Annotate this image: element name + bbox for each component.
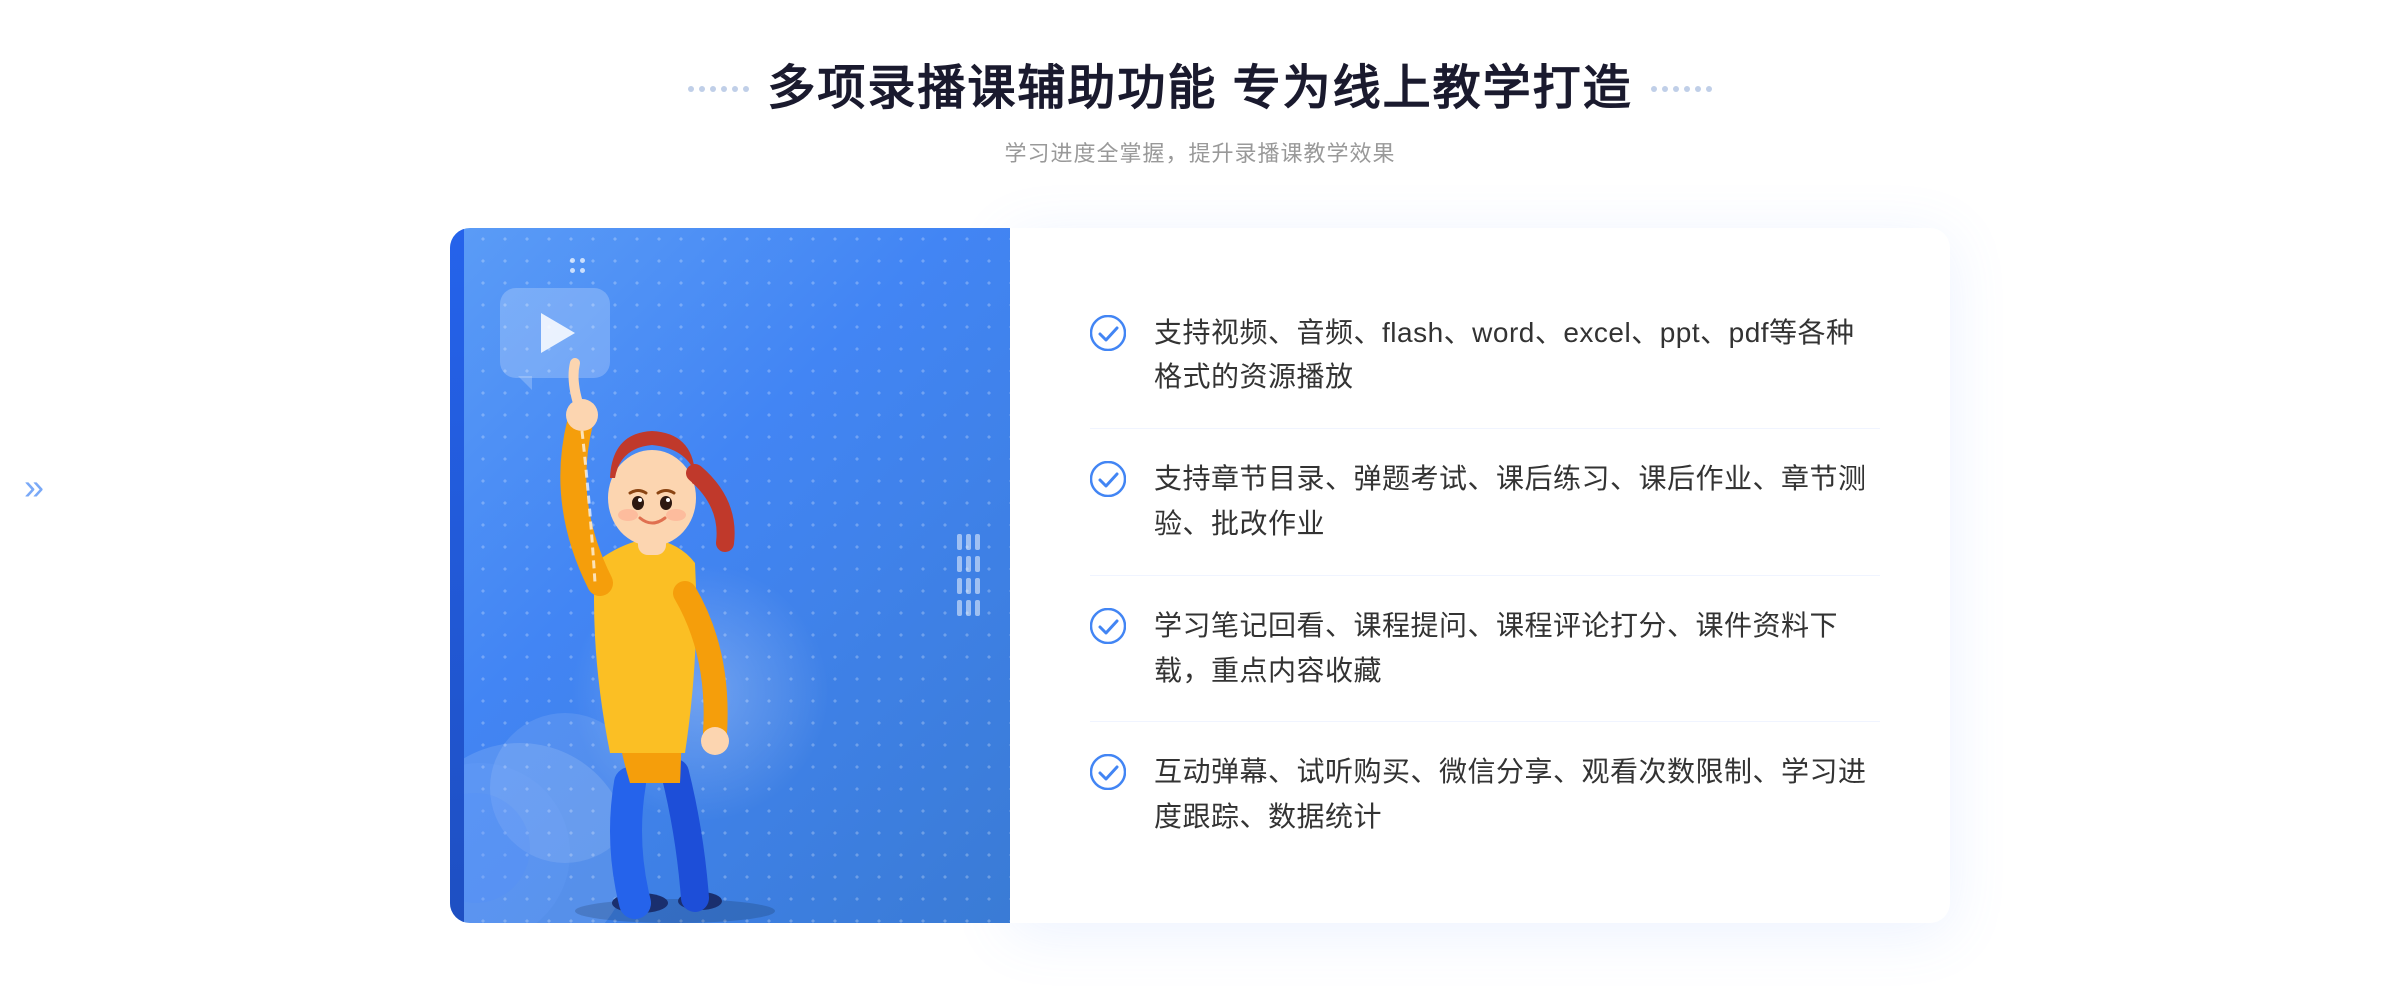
feature-item-1: 支持视频、音频、flash、word、excel、ppt、pdf等各种格式的资源… [1090,283,1880,430]
page-subtitle: 学习进度全掌握，提升录播课教学效果 [1004,136,1395,168]
person-illustration [500,303,850,923]
accent-bar [450,228,464,923]
sparkle-row-2 [570,268,585,273]
stripes-decoration [957,534,980,616]
dot-6 [743,86,749,92]
check-icon-3 [1090,608,1126,644]
stripe-row-2 [957,556,980,572]
illustration-panel [450,228,1010,923]
stripe-row-1 [957,534,980,550]
check-icon-1 [1090,315,1126,351]
dot-r6 [1706,86,1712,92]
feature-item-4: 互动弹幕、试听购买、微信分享、观看次数限制、学习进度跟踪、数据统计 [1090,722,1880,868]
dot-r3 [1673,86,1679,92]
header-section: 多项录播课辅助功能 专为线上教学打造 学习进度全掌握，提升录播课教学效果 [0,60,2400,168]
sparkle-decoration [570,258,585,273]
left-chevron-nav[interactable]: » [24,466,44,508]
title-row: 多项录播课辅助功能 专为线上教学打造 [688,60,1711,118]
page-wrapper: » 多项录播课辅助功能 专为线上教学打造 学习进度全掌握，提升录播课 [0,0,2400,1003]
feature-text-2: 支持章节目录、弹题考试、课后练习、课后作业、章节测验、批改作业 [1154,457,1880,547]
dot-r1 [1651,86,1657,92]
dot-r2 [1662,86,1668,92]
check-icon-2 [1090,461,1126,497]
feature-text-3: 学习笔记回看、课程提问、课程评论打分、课件资料下载，重点内容收藏 [1154,604,1880,694]
dot-3 [710,86,716,92]
stripe-row-4 [957,600,980,616]
feature-text-1: 支持视频、音频、flash、word、excel、ppt、pdf等各种格式的资源… [1154,311,1880,401]
check-icon-4 [1090,754,1126,790]
dot-r5 [1695,86,1701,92]
sparkle-row-1 [570,258,585,263]
feature-item-3: 学习笔记回看、课程提问、课程评论打分、课件资料下载，重点内容收藏 [1090,576,1880,723]
dot-r4 [1684,86,1690,92]
title-dots-right [1651,86,1712,92]
content-area: 支持视频、音频、flash、word、excel、ppt、pdf等各种格式的资源… [450,228,1950,923]
dot-4 [721,86,727,92]
features-panel: 支持视频、音频、flash、word、excel、ppt、pdf等各种格式的资源… [1010,228,1950,923]
title-dots-left [688,86,749,92]
left-chevron-icon[interactable]: » [24,466,44,507]
dot-5 [732,86,738,92]
stripe-row-3 [957,578,980,594]
feature-item-2: 支持章节目录、弹题考试、课后练习、课后作业、章节测验、批改作业 [1090,429,1880,576]
feature-text-4: 互动弹幕、试听购买、微信分享、观看次数限制、学习进度跟踪、数据统计 [1154,750,1880,840]
dot-1 [688,86,694,92]
dot-2 [699,86,705,92]
page-title: 多项录播课辅助功能 专为线上教学打造 [767,60,1632,118]
